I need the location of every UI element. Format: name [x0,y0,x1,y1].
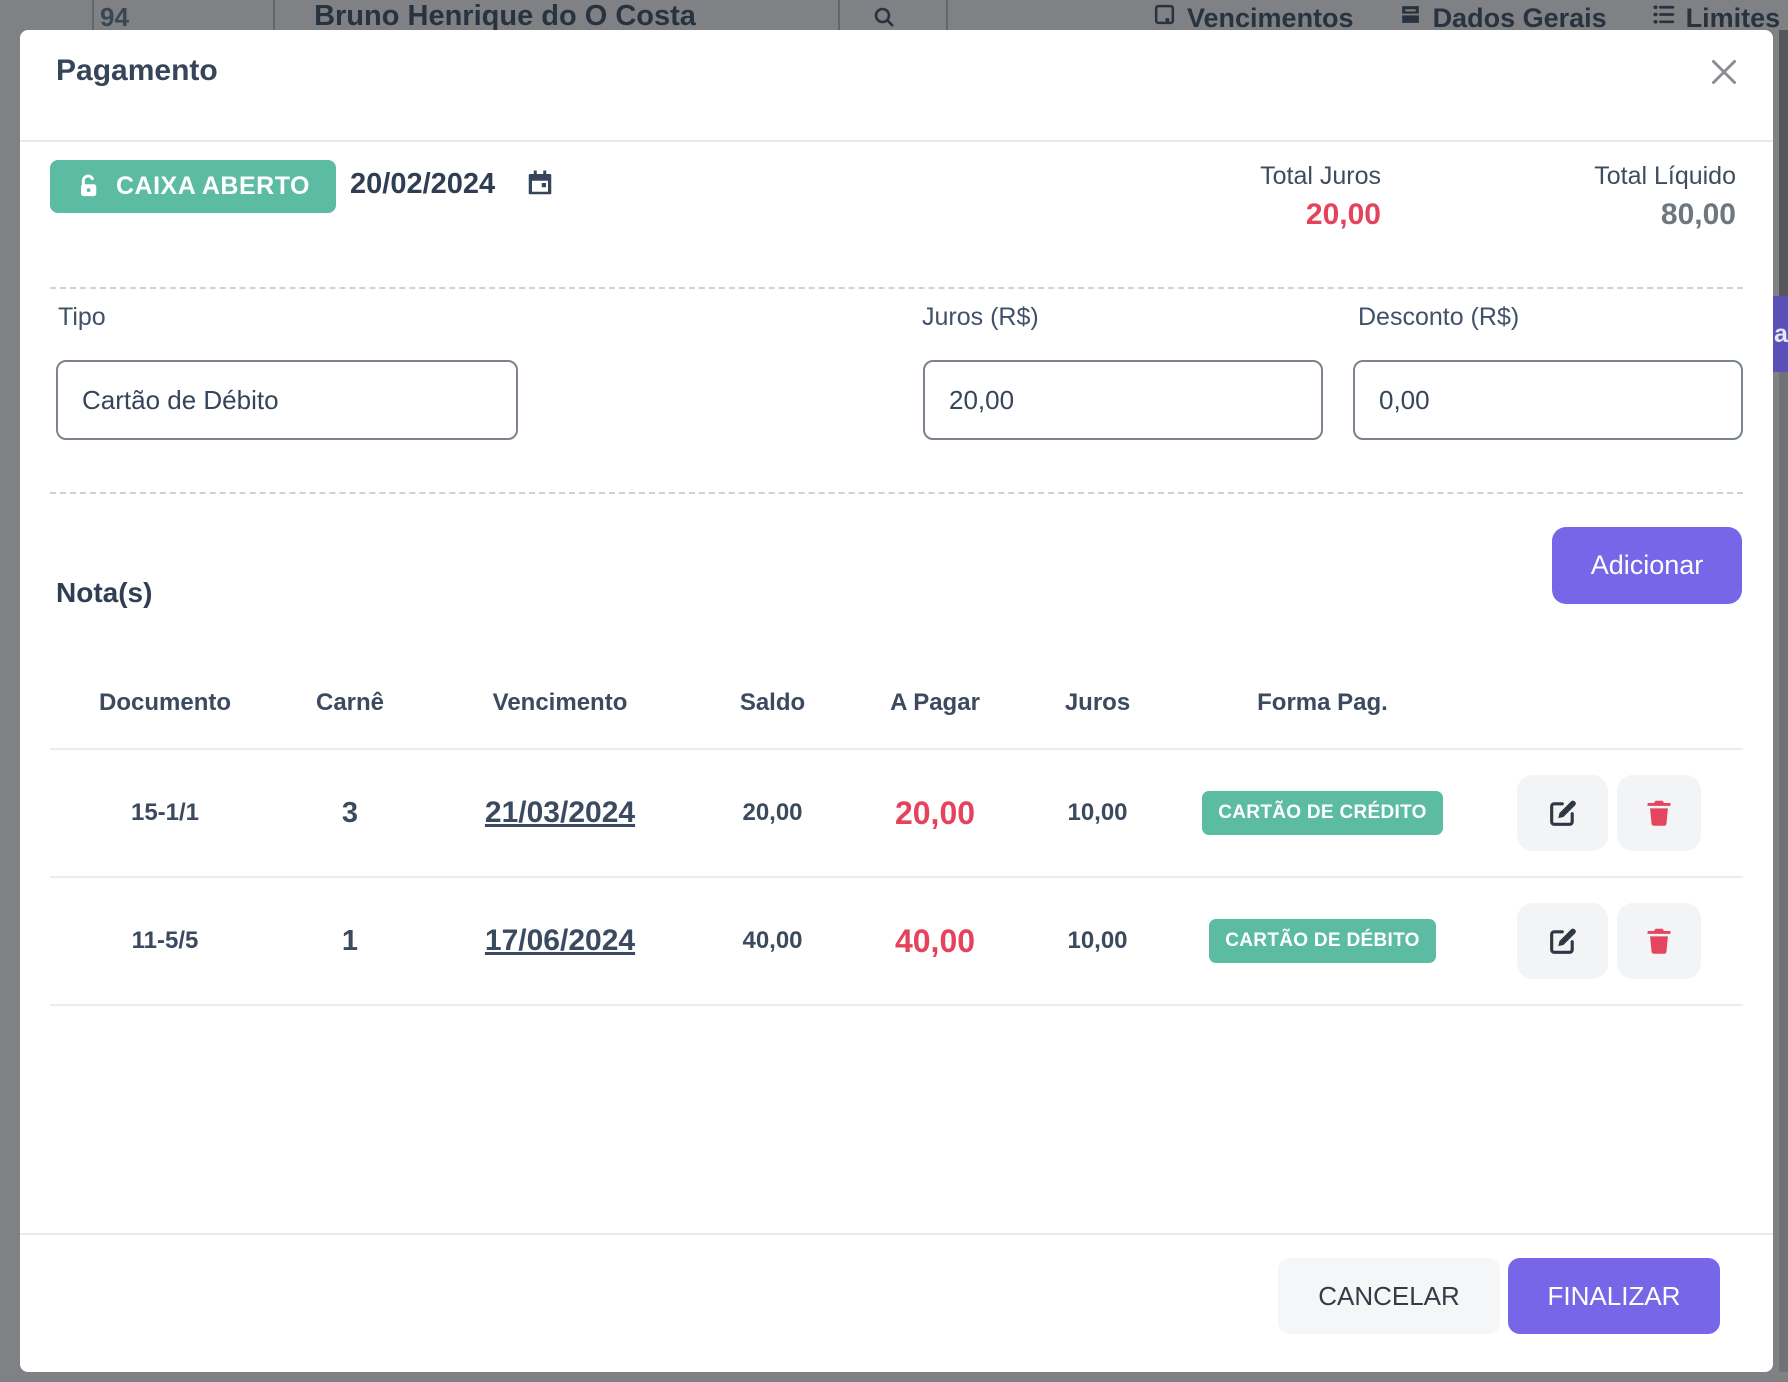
tab-limites[interactable]: Limites e S [1651,2,1788,30]
total-juros-label: Total Juros [1260,162,1381,191]
list-icon [1651,2,1676,30]
cash-register-status-badge[interactable]: CAIXA ABERTO [50,160,336,213]
juros-label: Juros (R$) [922,303,1039,332]
row-actions [1475,903,1743,979]
payment-date[interactable]: 20/02/2024 [350,168,495,201]
col-juros: Juros [1025,689,1170,717]
desconto-label: Desconto (R$) [1358,303,1519,332]
tab-dados-gerais[interactable]: Dados Gerais [1398,2,1607,30]
dashed-divider [50,492,1743,494]
calendar-check-icon [1152,2,1177,30]
server-card-icon [1398,2,1423,30]
calendar-icon[interactable] [525,168,555,203]
tipo-label: Tipo [58,303,106,332]
edit-button[interactable] [1517,775,1608,851]
delete-button[interactable] [1617,903,1701,979]
lock-open-icon [76,173,103,200]
background-table-row: 94 Bruno Henrique do O Costa Vencimentos [0,0,1788,30]
table-row: 15-1/1 3 21/03/2024 20,00 20,00 10,00 CA… [50,750,1743,878]
background-partial-button: a [1772,296,1788,372]
table-header-row: Documento Carnê Vencimento Saldo A Pagar… [50,658,1743,750]
tab-vencimentos[interactable]: Vencimentos [1152,2,1354,30]
divider [946,0,948,30]
col-forma-pag: Forma Pag. [1170,689,1475,717]
close-icon[interactable] [1702,50,1746,94]
cell-a-pagar: 40,00 [845,923,1025,960]
tab-label: Vencimentos [1187,3,1354,31]
cell-carne: 3 [280,797,420,830]
vencimento-link[interactable]: 21/03/2024 [485,796,635,830]
vencimento-link[interactable]: 17/06/2024 [485,924,635,958]
desconto-field[interactable] [1353,360,1743,440]
table-row: 11-5/5 1 17/06/2024 40,00 40,00 10,00 CA… [50,878,1743,1006]
cell-saldo: 40,00 [700,927,845,955]
payment-modal: Pagamento CAIXA ABERTO 20/02/2024 [20,30,1773,1372]
delete-button[interactable] [1617,775,1701,851]
cell-a-pagar: 20,00 [845,795,1025,832]
cell-documento: 11-5/5 [50,927,280,955]
col-saldo: Saldo [700,689,845,717]
juros-field[interactable] [923,360,1323,440]
modal-title: Pagamento [56,54,218,88]
total-liquido-value: 80,00 [1594,198,1736,232]
tab-label: Dados Gerais [1433,3,1607,31]
cell-juros: 10,00 [1025,799,1170,827]
divider [273,0,275,30]
status-badge-label: CAIXA ABERTO [116,172,310,201]
total-liquido-block: Total Líquido 80,00 [1594,162,1736,232]
cell-documento: 15-1/1 [50,799,280,827]
tipo-field[interactable] [56,360,518,440]
edit-button[interactable] [1517,903,1608,979]
divider [92,0,94,30]
adicionar-button[interactable]: Adicionar [1552,527,1742,604]
notes-section-title: Nota(s) [56,577,152,609]
page-scrollbar-track[interactable] [1779,372,1788,1372]
total-juros-value: 20,00 [1260,198,1381,232]
total-juros-block: Total Juros 20,00 [1260,162,1381,232]
col-a-pagar: A Pagar [845,689,1025,717]
col-carne: Carnê [280,689,420,717]
page-scrollbar-thumb[interactable] [1779,30,1788,296]
customer-name: Bruno Henrique do O Costa [290,0,720,30]
payment-method-badge: CARTÃO DE CRÉDITO [1202,791,1442,835]
cell-saldo: 20,00 [700,799,845,827]
payment-method-badge: CARTÃO DE DÉBITO [1209,919,1435,963]
search-icon[interactable] [872,5,896,30]
cell-carne: 1 [280,925,420,958]
background-tabs: Vencimentos Dados Gerais Limites e S [1152,2,1788,30]
header-divider [20,140,1773,142]
finalizar-button[interactable]: FINALIZAR [1508,1258,1720,1334]
tab-label: Limites e S [1686,3,1788,31]
total-liquido-label: Total Líquido [1594,162,1736,191]
cancelar-button[interactable]: CANCELAR [1278,1258,1500,1334]
row-actions [1475,775,1743,851]
screen: 94 Bruno Henrique do O Costa Vencimentos [0,0,1788,1382]
notes-table: Documento Carnê Vencimento Saldo A Pagar… [50,658,1743,1006]
row-id: 94 [100,2,129,30]
footer-divider [20,1233,1773,1235]
col-vencimento: Vencimento [420,689,700,717]
col-documento: Documento [50,689,280,717]
divider [838,0,840,30]
dashed-divider [50,287,1743,289]
cell-juros: 10,00 [1025,927,1170,955]
